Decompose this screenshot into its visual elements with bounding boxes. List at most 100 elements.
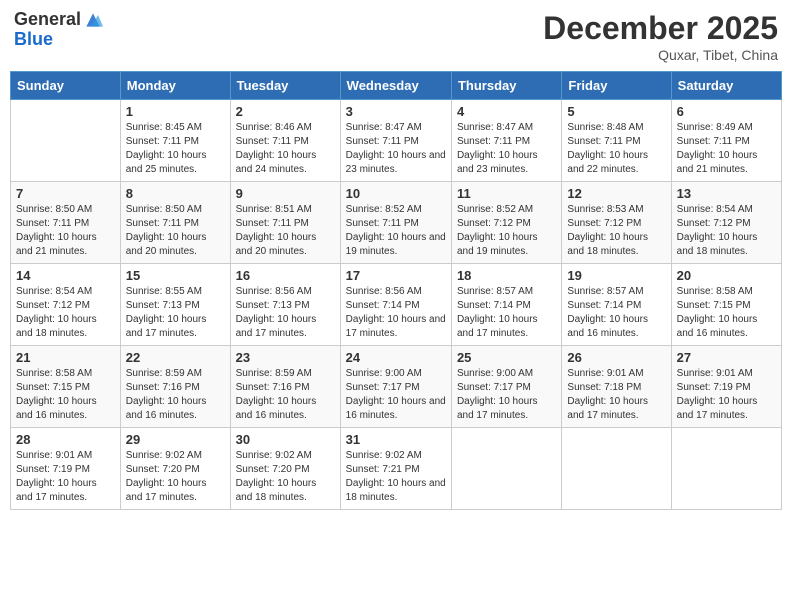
day-info: Sunrise: 8:51 AMSunset: 7:11 PMDaylight:… [236, 203, 335, 259]
day-info-line: Sunset: 7:14 PM [567, 299, 665, 313]
day-info-line: Sunrise: 8:49 AM [677, 121, 776, 135]
day-info: Sunrise: 8:55 AMSunset: 7:13 PMDaylight:… [126, 285, 225, 341]
day-info: Sunrise: 9:01 AMSunset: 7:18 PMDaylight:… [567, 367, 665, 423]
day-info-line: Daylight: 10 hours and 19 minutes. [457, 231, 556, 259]
day-info-line: Sunrise: 8:47 AM [346, 121, 446, 135]
day-info: Sunrise: 8:54 AMSunset: 7:12 PMDaylight:… [677, 203, 776, 259]
day-number: 12 [567, 186, 665, 201]
day-info-line: Daylight: 10 hours and 17 minutes. [677, 395, 776, 423]
day-info-line: Sunrise: 8:57 AM [457, 285, 556, 299]
day-info-line: Sunset: 7:11 PM [126, 217, 225, 231]
logo-general-text: General [14, 10, 81, 30]
day-info-line: Sunrise: 8:58 AM [677, 285, 776, 299]
day-number: 22 [126, 350, 225, 365]
day-info-line: Sunrise: 8:46 AM [236, 121, 335, 135]
day-info-line: Sunrise: 9:02 AM [236, 449, 335, 463]
day-info-line: Sunrise: 8:59 AM [126, 367, 225, 381]
calendar-cell: 12Sunrise: 8:53 AMSunset: 7:12 PMDayligh… [562, 182, 671, 264]
calendar-cell: 4 Sunrise: 8:47 AMSunset: 7:11 PMDaylight… [451, 100, 561, 182]
day-info-line: Sunset: 7:11 PM [236, 135, 335, 149]
calendar-cell: 29Sunrise: 9:02 AMSunset: 7:20 PMDayligh… [120, 428, 230, 510]
day-info: Sunrise: 8:47 AMSunset: 7:11 PMDaylight:… [457, 121, 556, 177]
calendar-cell: 19Sunrise: 8:57 AMSunset: 7:14 PMDayligh… [562, 264, 671, 346]
day-number: 3 [346, 104, 446, 119]
day-info: Sunrise: 8:56 AMSunset: 7:14 PMDaylight:… [346, 285, 446, 341]
day-info-line: Sunset: 7:16 PM [236, 381, 335, 395]
day-info-line: Sunrise: 8:48 AM [567, 121, 665, 135]
day-number: 28 [16, 432, 115, 447]
day-info-line: Daylight: 10 hours and 17 minutes. [16, 477, 115, 505]
day-info-line: Sunrise: 8:51 AM [236, 203, 335, 217]
day-info: Sunrise: 8:47 AMSunset: 7:11 PMDaylight:… [346, 121, 446, 177]
day-number: 15 [126, 268, 225, 283]
day-info-line: Daylight: 10 hours and 18 minutes. [236, 477, 335, 505]
calendar-cell: 5Sunrise: 8:48 AMSunset: 7:11 PMDaylight… [562, 100, 671, 182]
day-number: 17 [346, 268, 446, 283]
day-info-line: Sunrise: 8:59 AM [236, 367, 335, 381]
calendar-cell: 6Sunrise: 8:49 AMSunset: 7:11 PMDaylight… [671, 100, 781, 182]
day-info-line: Daylight: 10 hours and 20 minutes. [236, 231, 335, 259]
day-info-line: Sunrise: 8:56 AM [236, 285, 335, 299]
day-info-line: Daylight: 10 hours and 18 minutes. [346, 477, 446, 505]
day-info: Sunrise: 9:02 AMSunset: 7:20 PMDaylight:… [126, 449, 225, 505]
weekday-header-thursday: Thursday [451, 72, 561, 100]
weekday-header-row: SundayMondayTuesdayWednesdayThursdayFrid… [11, 72, 782, 100]
day-info-line: Sunset: 7:19 PM [16, 463, 115, 477]
day-info-line: Daylight: 10 hours and 16 minutes. [346, 395, 446, 423]
day-info: Sunrise: 8:48 AMSunset: 7:11 PMDaylight:… [567, 121, 665, 177]
day-info: Sunrise: 8:57 AMSunset: 7:14 PMDaylight:… [457, 285, 556, 341]
month-title: December 2025 [543, 10, 778, 47]
day-info-line: Sunrise: 9:02 AM [126, 449, 225, 463]
day-number: 31 [346, 432, 446, 447]
day-info: Sunrise: 9:02 AMSunset: 7:21 PMDaylight:… [346, 449, 446, 505]
day-info-line: Daylight: 10 hours and 17 minutes. [457, 395, 556, 423]
day-info: Sunrise: 8:57 AMSunset: 7:14 PMDaylight:… [567, 285, 665, 341]
day-info-line: Sunrise: 8:58 AM [16, 367, 115, 381]
day-number: 4 [457, 104, 556, 119]
day-info: Sunrise: 9:01 AMSunset: 7:19 PMDaylight:… [677, 367, 776, 423]
day-info-line: Daylight: 10 hours and 18 minutes. [677, 231, 776, 259]
day-info-line: Sunrise: 8:57 AM [567, 285, 665, 299]
day-number: 13 [677, 186, 776, 201]
day-number: 9 [236, 186, 335, 201]
day-info-line: Sunrise: 8:56 AM [346, 285, 446, 299]
header: General Blue December 2025 Quxar, Tibet,… [10, 10, 782, 63]
calendar-cell: 25Sunrise: 9:00 AMSunset: 7:17 PMDayligh… [451, 346, 561, 428]
calendar-cell: 9 Sunrise: 8:51 AMSunset: 7:11 PMDaylight… [230, 182, 340, 264]
day-info-line: Daylight: 10 hours and 21 minutes. [16, 231, 115, 259]
day-info-line: Daylight: 10 hours and 17 minutes. [126, 477, 225, 505]
day-info: Sunrise: 8:50 AMSunset: 7:11 PMDaylight:… [126, 203, 225, 259]
weekday-header-monday: Monday [120, 72, 230, 100]
calendar-cell: 21Sunrise: 8:58 AMSunset: 7:15 PMDayligh… [11, 346, 121, 428]
calendar-cell: 20Sunrise: 8:58 AMSunset: 7:15 PMDayligh… [671, 264, 781, 346]
day-info-line: Sunset: 7:17 PM [346, 381, 446, 395]
day-info-line: Sunrise: 9:01 AM [677, 367, 776, 381]
day-info: Sunrise: 9:02 AMSunset: 7:20 PMDaylight:… [236, 449, 335, 505]
day-info-line: Daylight: 10 hours and 17 minutes. [457, 313, 556, 341]
day-info-line: Sunset: 7:11 PM [457, 135, 556, 149]
day-info-line: Daylight: 10 hours and 18 minutes. [16, 313, 115, 341]
day-info-line: Daylight: 10 hours and 17 minutes. [236, 313, 335, 341]
day-number: 8 [126, 186, 225, 201]
day-info-line: Sunset: 7:11 PM [236, 217, 335, 231]
day-info-line: Daylight: 10 hours and 16 minutes. [236, 395, 335, 423]
day-info-line: Sunset: 7:12 PM [567, 217, 665, 231]
day-number: 26 [567, 350, 665, 365]
day-info-line: Sunset: 7:14 PM [346, 299, 446, 313]
day-info-line: Daylight: 10 hours and 19 minutes. [346, 231, 446, 259]
day-info-line: Sunset: 7:12 PM [677, 217, 776, 231]
day-info-line: Sunset: 7:15 PM [677, 299, 776, 313]
calendar-cell [562, 428, 671, 510]
weekday-header-wednesday: Wednesday [340, 72, 451, 100]
day-info-line: Sunset: 7:13 PM [236, 299, 335, 313]
day-info-line: Sunrise: 8:54 AM [16, 285, 115, 299]
day-info: Sunrise: 8:58 AMSunset: 7:15 PMDaylight:… [16, 367, 115, 423]
day-info-line: Daylight: 10 hours and 18 minutes. [567, 231, 665, 259]
day-info-line: Daylight: 10 hours and 21 minutes. [677, 149, 776, 177]
day-info-line: Daylight: 10 hours and 23 minutes. [346, 149, 446, 177]
calendar-cell: 26 Sunrise: 9:01 AMSunset: 7:18 PMDayligh… [562, 346, 671, 428]
day-info-line: Daylight: 10 hours and 22 minutes. [567, 149, 665, 177]
day-info-line: Daylight: 10 hours and 16 minutes. [567, 313, 665, 341]
calendar-cell: 23Sunrise: 8:59 AMSunset: 7:16 PMDayligh… [230, 346, 340, 428]
calendar-cell: 31 Sunrise: 9:02 AMSunset: 7:21 PMDayligh… [340, 428, 451, 510]
